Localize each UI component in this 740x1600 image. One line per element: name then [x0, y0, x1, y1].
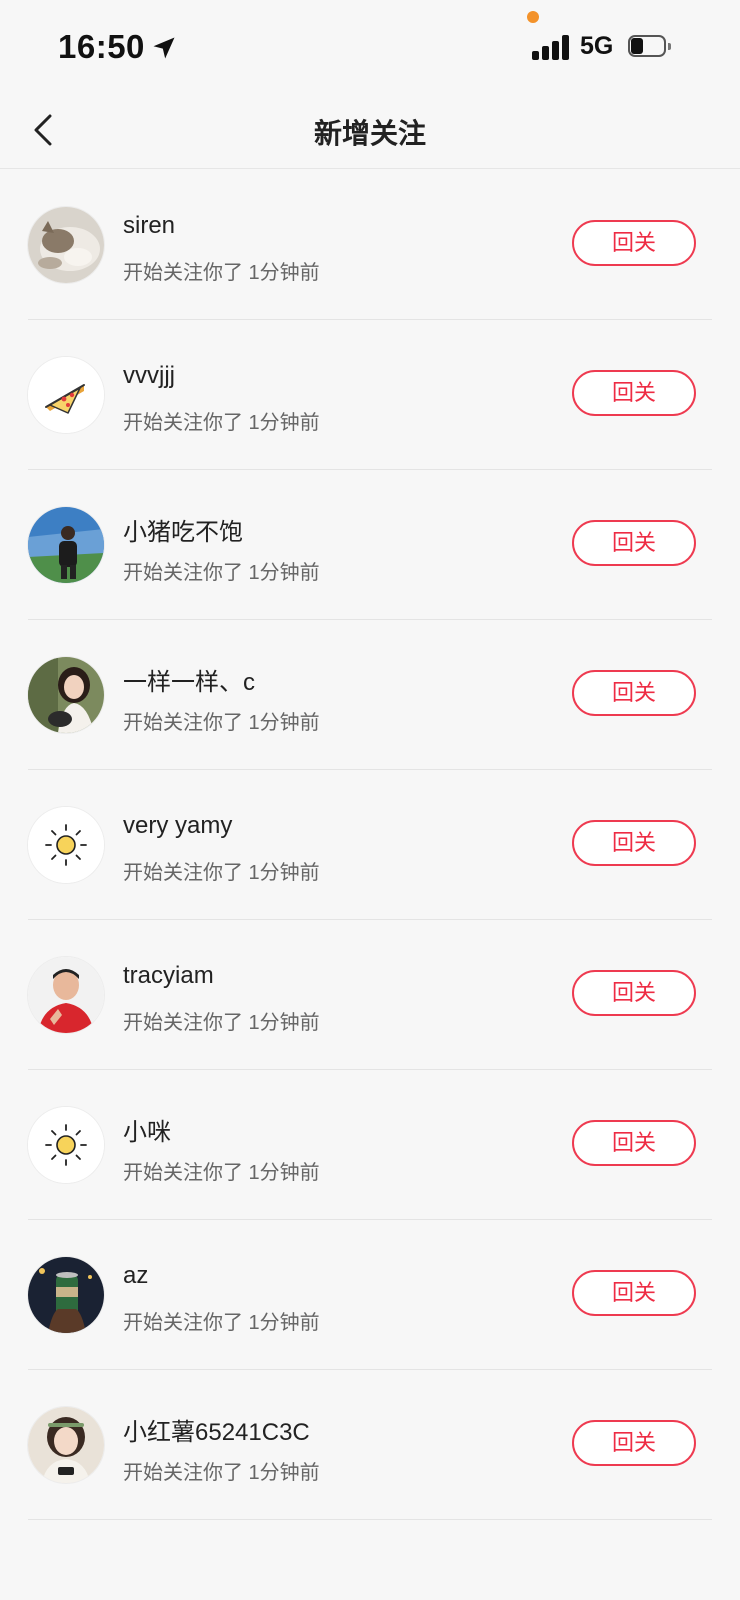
- follow-time: 开始关注你了 1分钟前: [123, 562, 320, 584]
- list-item[interactable]: very yamy 开始关注你了 1分钟前 回关: [0, 770, 740, 920]
- follow-back-button[interactable]: 回关: [572, 1120, 696, 1166]
- user-name[interactable]: 小红薯65241C3C: [123, 1412, 310, 1447]
- network-type: 5G: [580, 32, 614, 60]
- list-item[interactable]: vvvjjj 开始关注你了 1分钟前 回关: [0, 320, 740, 470]
- user-name[interactable]: vvvjjj: [123, 362, 175, 390]
- list-item[interactable]: 小红薯65241C3C 开始关注你了 1分钟前 回关: [0, 1370, 740, 1520]
- status-bar: 16:50 5G: [0, 0, 740, 96]
- follow-time: 开始关注你了 1分钟前: [123, 1312, 320, 1334]
- signal-strength-icon: [532, 34, 572, 60]
- pizza-slice-icon: [28, 357, 104, 433]
- cat-photo-icon: [28, 207, 104, 283]
- user-name[interactable]: 小咪: [123, 1112, 171, 1147]
- follow-time: 开始关注你了 1分钟前: [123, 712, 320, 734]
- user-name[interactable]: siren: [123, 212, 175, 240]
- follow-back-button[interactable]: 回关: [572, 820, 696, 866]
- list-item[interactable]: 小咪 开始关注你了 1分钟前 回关: [0, 1070, 740, 1220]
- avatar[interactable]: [28, 1107, 104, 1183]
- user-name[interactable]: tracyiam: [123, 962, 214, 990]
- user-name[interactable]: az: [123, 1262, 148, 1290]
- avatar[interactable]: [28, 957, 104, 1033]
- follow-back-button[interactable]: 回关: [572, 1420, 696, 1466]
- list-item[interactable]: 小猪吃不饱 开始关注你了 1分钟前 回关: [0, 470, 740, 620]
- avatar[interactable]: [28, 207, 104, 283]
- follow-time: 开始关注你了 1分钟前: [123, 862, 320, 884]
- avatar[interactable]: [28, 1257, 104, 1333]
- sun-icon: [28, 1107, 104, 1183]
- follow-time: 开始关注你了 1分钟前: [123, 262, 320, 284]
- avatar[interactable]: [28, 1407, 104, 1483]
- user-name[interactable]: very yamy: [123, 812, 232, 840]
- user-name[interactable]: 小猪吃不饱: [123, 512, 243, 547]
- avatar[interactable]: [28, 657, 104, 733]
- follow-time: 开始关注你了 1分钟前: [123, 1162, 320, 1184]
- avatar[interactable]: [28, 357, 104, 433]
- location-arrow-icon: [153, 37, 175, 59]
- page-title: 新增关注: [313, 118, 426, 149]
- battery-icon: [628, 35, 672, 59]
- divider: [28, 1519, 712, 1520]
- sun-icon: [28, 807, 104, 883]
- follow-time: 开始关注你了 1分钟前: [123, 1012, 320, 1034]
- privacy-indicator-dot: [527, 11, 539, 23]
- follow-back-button[interactable]: 回关: [572, 970, 696, 1016]
- new-followers-list: siren 开始关注你了 1分钟前 回关 vvvjjj 开始关注你了 1分钟前 …: [0, 170, 740, 1520]
- status-time: 16:50: [58, 28, 145, 65]
- follow-back-button[interactable]: 回关: [572, 370, 696, 416]
- person-outdoor-photo-icon: [28, 507, 104, 583]
- follow-back-button[interactable]: 回关: [572, 220, 696, 266]
- can-photo-icon: [28, 1257, 104, 1333]
- follow-time: 开始关注你了 1分钟前: [123, 1462, 320, 1484]
- boy-red-shirt-photo-icon: [28, 957, 104, 1033]
- avatar[interactable]: [28, 807, 104, 883]
- follow-back-button[interactable]: 回关: [572, 670, 696, 716]
- user-name[interactable]: 一样一样、c: [123, 662, 255, 697]
- list-item[interactable]: siren 开始关注你了 1分钟前 回关: [0, 170, 740, 320]
- follow-time: 开始关注你了 1分钟前: [123, 412, 320, 434]
- nav-bar: 新增关注: [0, 96, 740, 169]
- list-item[interactable]: tracyiam 开始关注你了 1分钟前 回关: [0, 920, 740, 1070]
- girl-photo-icon: [28, 657, 104, 733]
- avatar[interactable]: [28, 507, 104, 583]
- follow-back-button[interactable]: 回关: [572, 520, 696, 566]
- follow-back-button[interactable]: 回关: [572, 1270, 696, 1316]
- list-item[interactable]: 一样一样、c 开始关注你了 1分钟前 回关: [0, 620, 740, 770]
- list-item[interactable]: az 开始关注你了 1分钟前 回关: [0, 1220, 740, 1370]
- woman-photo-icon: [28, 1407, 104, 1483]
